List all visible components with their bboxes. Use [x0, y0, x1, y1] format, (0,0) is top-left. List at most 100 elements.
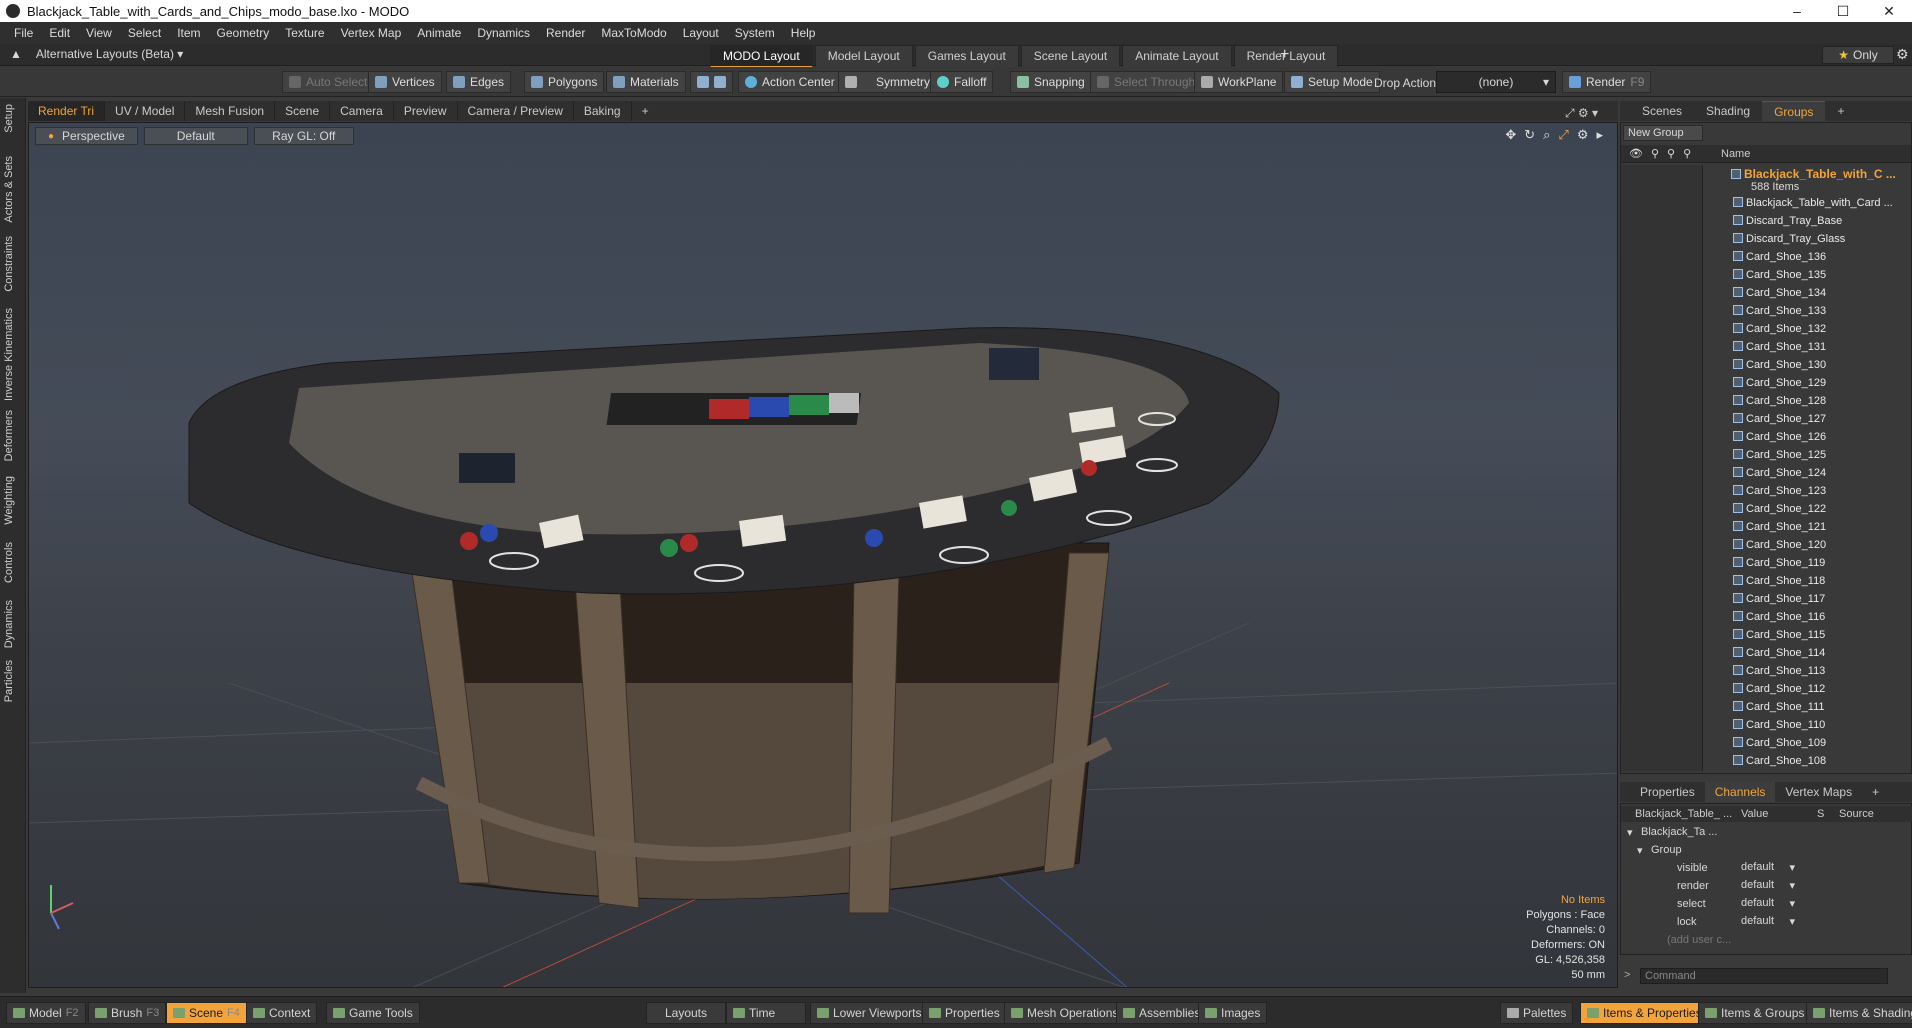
- menu-system[interactable]: System: [727, 26, 783, 40]
- tab-controls[interactable]: Controls: [3, 542, 15, 583]
- items-shading-button[interactable]: Items & Shading: [1806, 1002, 1912, 1024]
- group-item-row[interactable]: Card_Shoe_120: [1621, 537, 1911, 555]
- scene-mode-button[interactable]: Scene F4: [166, 1002, 247, 1024]
- group-item-row[interactable]: Card_Shoe_136: [1621, 249, 1911, 267]
- viewport-gear-icon[interactable]: ⚙: [1577, 127, 1589, 143]
- tab-particles[interactable]: Particles: [3, 660, 15, 702]
- materials-button[interactable]: Materials: [606, 71, 686, 93]
- tab-scene-layout[interactable]: Scene Layout: [1020, 45, 1121, 68]
- menu-view[interactable]: View: [78, 26, 120, 40]
- group-item-row[interactable]: Discard_Tray_Base: [1621, 213, 1911, 231]
- snapping-button[interactable]: Snapping: [1010, 71, 1092, 93]
- auto-select-button[interactable]: Auto Select: [282, 71, 375, 93]
- menu-vertex-map[interactable]: Vertex Map: [333, 26, 410, 40]
- layout-gear-icon[interactable]: ⚙: [1896, 46, 1909, 63]
- tab-constraints[interactable]: Constraints: [3, 236, 15, 292]
- group-item-row[interactable]: Card_Shoe_118: [1621, 573, 1911, 591]
- properties-button[interactable]: Properties: [922, 1002, 1007, 1024]
- group-item-row[interactable]: Card_Shoe_108: [1621, 753, 1911, 771]
- menu-maxtomodo[interactable]: MaxToModo: [593, 26, 674, 40]
- raygl-toggle[interactable]: Ray GL: Off: [253, 127, 354, 145]
- time-button[interactable]: Time: [726, 1002, 806, 1024]
- channel-row[interactable]: visible default: [1621, 860, 1912, 878]
- tab-games-layout[interactable]: Games Layout: [914, 45, 1019, 68]
- tab-dynamics[interactable]: Dynamics: [3, 600, 15, 648]
- group-item-row[interactable]: Card_Shoe_130: [1621, 357, 1911, 375]
- tab-weighting[interactable]: Weighting: [3, 476, 15, 525]
- lower-viewports-button[interactable]: Lower Viewports: [810, 1002, 929, 1024]
- viewport-tab-icons[interactable]: ⤢ ⚙ ▾: [1555, 103, 1608, 123]
- group-item-row[interactable]: Blackjack_Table_with_Card ...: [1621, 195, 1911, 213]
- group-item-row[interactable]: Card_Shoe_132: [1621, 321, 1911, 339]
- tab-actors-sets[interactable]: Actors & Sets: [3, 156, 15, 223]
- maximize-button[interactable]: ☐: [1820, 0, 1866, 22]
- images-button[interactable]: Images: [1198, 1002, 1268, 1024]
- falloff-button[interactable]: Falloff: [930, 71, 994, 93]
- tab-modo-layout[interactable]: MODO Layout: [710, 45, 813, 68]
- group-item-row[interactable]: Card_Shoe_110: [1621, 717, 1911, 735]
- tab-camera[interactable]: Camera: [330, 101, 394, 121]
- add-panel-tab-button[interactable]: +: [1825, 101, 1856, 121]
- model-mode-button[interactable]: Model F2: [6, 1002, 86, 1024]
- symmetry-button[interactable]: Symmetry: [838, 71, 937, 93]
- channel-value-dropdown[interactable]: default: [1739, 897, 1797, 913]
- game-tools-button[interactable]: Game Tools: [326, 1002, 420, 1024]
- context-button[interactable]: Context: [246, 1002, 318, 1024]
- group-item-row[interactable]: Card_Shoe_116: [1621, 609, 1911, 627]
- group-item-row[interactable]: Card_Shoe_121: [1621, 519, 1911, 537]
- mesh-operations-button[interactable]: Mesh Operations: [1004, 1002, 1126, 1024]
- tab-channels[interactable]: Channels: [1704, 782, 1776, 802]
- select-through-button[interactable]: Select Through: [1090, 71, 1203, 93]
- viewport-menu-icon[interactable]: ▸: [1596, 127, 1603, 143]
- menu-geometry[interactable]: Geometry: [209, 26, 278, 40]
- tab-inverse-kinematics[interactable]: Inverse Kinematics: [3, 308, 15, 401]
- group-item-row[interactable]: Card_Shoe_122: [1621, 501, 1911, 519]
- new-group-button[interactable]: New Group: [1623, 125, 1703, 141]
- group-item-row[interactable]: Discard_Tray_Glass: [1621, 231, 1911, 249]
- view-style-dropdown[interactable]: Default: [143, 127, 248, 145]
- add-tab-button[interactable]: +: [632, 101, 659, 121]
- channel-value-dropdown[interactable]: default: [1739, 879, 1797, 895]
- menu-render[interactable]: Render: [538, 26, 593, 40]
- brush-mode-button[interactable]: Brush F3: [88, 1002, 167, 1024]
- group-item-row[interactable]: Card_Shoe_113: [1621, 663, 1911, 681]
- command-input[interactable]: Command: [1640, 968, 1888, 984]
- fit-icon[interactable]: ⤢: [1558, 127, 1568, 143]
- edges-button[interactable]: Edges: [446, 71, 512, 93]
- tab-scenes[interactable]: Scenes: [1630, 101, 1694, 121]
- name-column-header[interactable]: Name: [1721, 148, 1750, 160]
- menu-animate[interactable]: Animate: [409, 26, 469, 40]
- group-item-row[interactable]: Card_Shoe_111: [1621, 699, 1911, 717]
- minimize-button[interactable]: –: [1774, 0, 1820, 22]
- add-layout-button[interactable]: +: [1280, 46, 1289, 64]
- channel-value-dropdown[interactable]: default: [1739, 915, 1797, 931]
- workplane-button[interactable]: WorkPlane: [1194, 71, 1284, 93]
- menu-texture[interactable]: Texture: [277, 26, 332, 40]
- add-user-channel-row[interactable]: (add user c...: [1621, 932, 1912, 950]
- action-center-button[interactable]: Action Center: [738, 71, 842, 93]
- menu-edit[interactable]: Edit: [41, 26, 78, 40]
- tab-model-layout[interactable]: Model Layout: [814, 45, 913, 68]
- tab-render-tri[interactable]: Render Tri: [28, 101, 106, 121]
- visibility-column-icons[interactable]: 👁⚲⚲⚲: [1629, 147, 1699, 160]
- vertices-button[interactable]: Vertices: [368, 71, 442, 93]
- only-button[interactable]: ★ Only: [1822, 46, 1894, 64]
- group-item-row[interactable]: Card_Shoe_134: [1621, 285, 1911, 303]
- group-item-row[interactable]: Card_Shoe_123: [1621, 483, 1911, 501]
- tab-setup[interactable]: Setup: [3, 104, 15, 133]
- tab-properties[interactable]: Properties: [1630, 782, 1705, 802]
- group-item-row[interactable]: Card_Shoe_131: [1621, 339, 1911, 357]
- group-item-row[interactable]: Card_Shoe_119: [1621, 555, 1911, 573]
- render-button[interactable]: Render F9: [1562, 71, 1652, 93]
- group-item-row[interactable]: Card_Shoe_126: [1621, 429, 1911, 447]
- channel-item-row[interactable]: ▾ Blackjack_Ta ...: [1621, 824, 1912, 842]
- view-perspective-dropdown[interactable]: ● Perspective: [35, 127, 138, 145]
- group-item-row[interactable]: Card_Shoe_133: [1621, 303, 1911, 321]
- menu-item[interactable]: Item: [169, 26, 208, 40]
- group-item-row[interactable]: Card_Shoe_129: [1621, 375, 1911, 393]
- close-button[interactable]: ✕: [1866, 0, 1912, 22]
- channel-row[interactable]: select default: [1621, 896, 1912, 914]
- tab-groups[interactable]: Groups: [1762, 101, 1826, 121]
- drop-action-select[interactable]: (none): [1436, 71, 1556, 93]
- channel-row[interactable]: lock default: [1621, 914, 1912, 932]
